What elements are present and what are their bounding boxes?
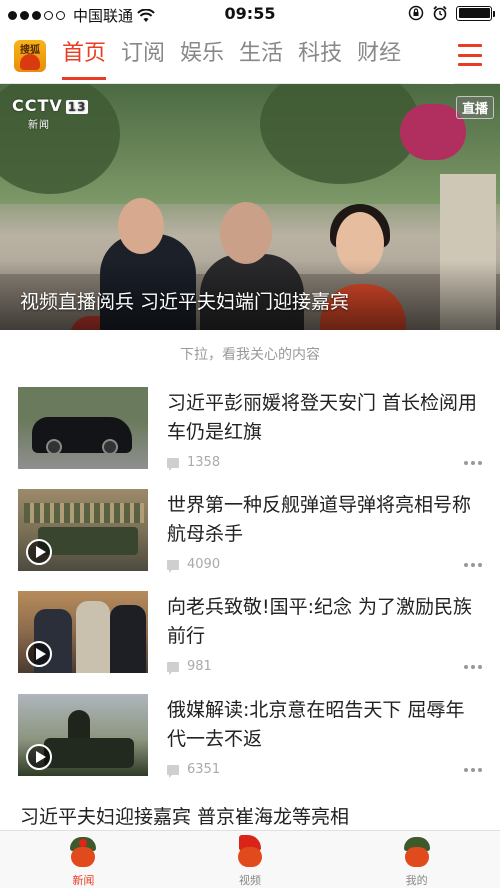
video-mascot-icon [232, 833, 268, 869]
sohu-logo[interactable]: 搜狐 [14, 40, 46, 72]
more-options-icon[interactable] [464, 665, 482, 669]
tab-video[interactable]: 视频 [167, 831, 334, 888]
comment-count: 981 [187, 659, 212, 674]
comment-count: 4090 [187, 557, 221, 572]
news-thumbnail [18, 387, 148, 469]
comment-icon [167, 661, 179, 675]
tab-me-label: 我的 [405, 874, 428, 887]
news-title: 向老兵致敬!国平:纪念 为了激励民族前行 [167, 596, 473, 647]
news-meta: 981 [167, 659, 212, 675]
live-badge: 直播 [455, 96, 494, 119]
comment-count: 6351 [187, 762, 221, 777]
comment-icon [167, 559, 179, 573]
channel-watermark: CCTV 13 新闻 [12, 96, 89, 131]
channel-name: CCTV [12, 96, 63, 115]
news-item[interactable]: 俄媒解读:北京意在昭告天下 屈辱年代一去不返 6351 [0, 694, 500, 794]
news-thumbnail [18, 591, 148, 673]
channel-nav: 搜狐 首页 订阅 娱乐 生活 科技 财经 [0, 28, 500, 84]
tab-news[interactable]: 新闻 [0, 831, 167, 888]
me-mascot-icon [399, 833, 435, 869]
news-title: 习近平彭丽媛将登天安门 首长检阅用车仍是红旗 [167, 392, 478, 443]
rotation-lock-icon [408, 5, 424, 21]
more-options-icon[interactable] [464, 563, 482, 567]
news-thumbnail [18, 694, 148, 776]
banner-title: 视频直播阅兵 习近平夫妇端门迎接嘉宾 [20, 291, 350, 313]
news-item[interactable]: 向老兵致敬!国平:纪念 为了激励民族前行 981 [0, 591, 500, 691]
news-meta: 1358 [167, 455, 221, 471]
battery-icon [456, 5, 495, 21]
news-title-partial[interactable]: 习近平夫妇迎接嘉宾 普京崔海龙等亮相 [20, 802, 349, 829]
comment-icon [167, 764, 179, 778]
tab-me[interactable]: 我的 [333, 831, 500, 888]
more-options-icon[interactable] [464, 768, 482, 772]
comment-count: 1358 [187, 455, 221, 470]
comment-icon [167, 457, 179, 471]
news-mascot-icon [65, 833, 101, 869]
play-icon [26, 744, 52, 770]
tab-tech[interactable]: 科技 [298, 28, 342, 80]
headline-banner[interactable]: CCTV 13 新闻 直播 视频直播阅兵 习近平夫妇端门迎接嘉宾 [0, 84, 500, 330]
status-bar: 中国联通 09:55 [0, 0, 500, 28]
mascot-icon [20, 54, 40, 70]
news-title: 俄媒解读:北京意在昭告天下 屈辱年代一去不返 [167, 699, 465, 750]
pull-refresh-hint: 下拉，看我关心的内容 [180, 347, 320, 363]
news-meta: 4090 [167, 557, 221, 573]
more-options-icon[interactable] [464, 461, 482, 465]
news-title: 世界第一种反舰弹道导弹将亮相号称航母杀手 [167, 494, 472, 545]
tab-life[interactable]: 生活 [239, 28, 283, 80]
news-meta: 6351 [167, 762, 221, 778]
play-icon [26, 539, 52, 565]
tab-entertainment[interactable]: 娱乐 [180, 28, 224, 80]
news-thumbnail [18, 489, 148, 571]
channel-number: 13 [65, 100, 89, 114]
tab-news-label: 新闻 [72, 874, 95, 887]
play-icon [26, 641, 52, 667]
tab-home[interactable]: 首页 [62, 28, 107, 80]
channel-menu-button[interactable] [458, 44, 482, 66]
news-item[interactable]: 世界第一种反舰弹道导弹将亮相号称航母杀手 4090 [0, 489, 500, 589]
tab-video-label: 视频 [239, 874, 261, 887]
bottom-tab-bar: 新闻 视频 我的 [0, 830, 500, 888]
channel-sub: 新闻 [28, 120, 50, 131]
news-item[interactable]: 习近平彭丽媛将登天安门 首长检阅用车仍是红旗 1358 [0, 387, 500, 487]
tab-subscribe[interactable]: 订阅 [121, 28, 165, 80]
alarm-icon [433, 5, 447, 21]
